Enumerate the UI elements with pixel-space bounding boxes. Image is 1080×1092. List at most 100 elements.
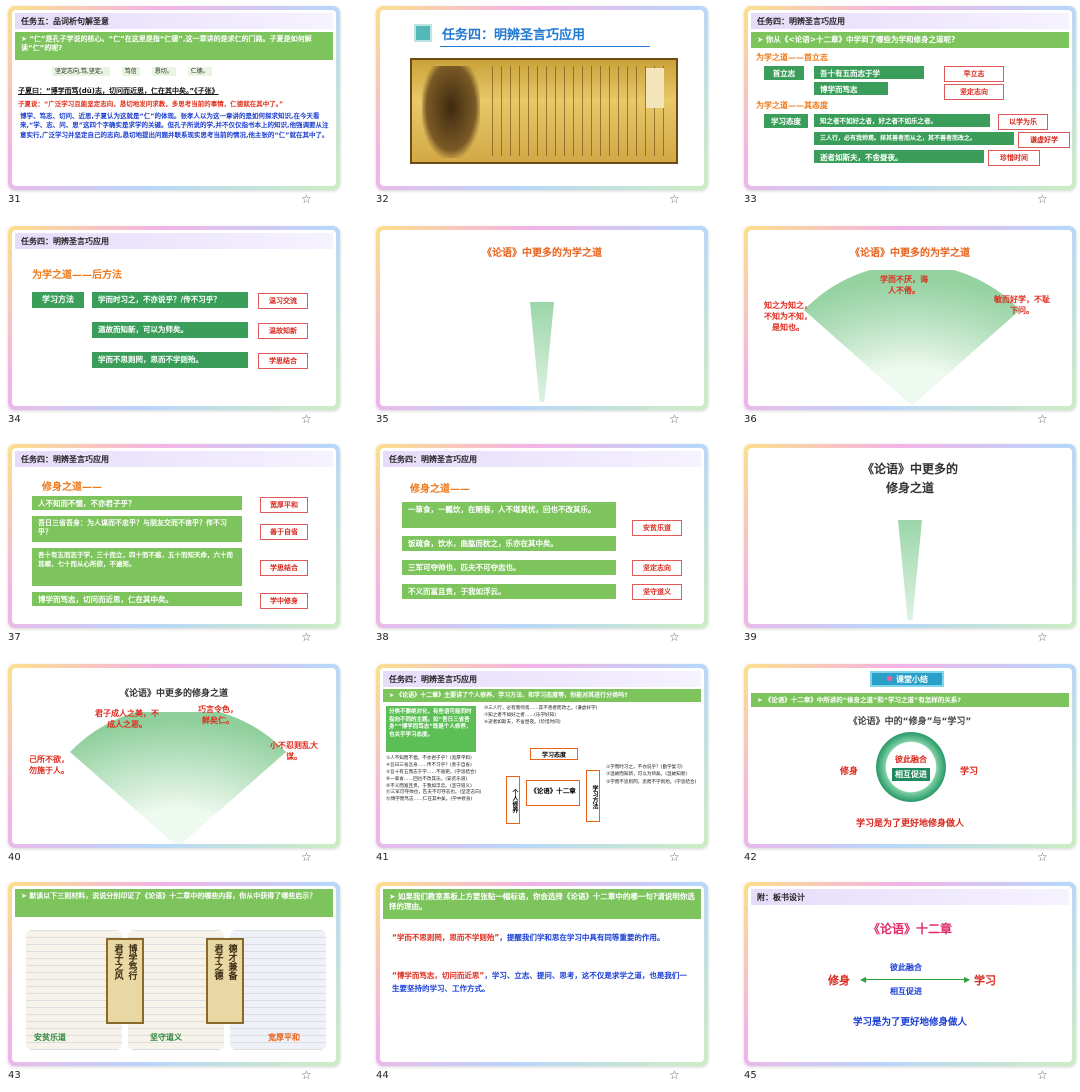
slide-frame[interactable]: 《论语》中更多的为学之道 知之为知之，不知为不知，是知也。 学而不厌，诲人不倦。… [744,226,1076,410]
slide-number: 45 [744,1070,757,1081]
star-icon[interactable]: ☆ [1037,192,1048,206]
summary-tag: 学中修身 [260,593,308,609]
slide-frame[interactable]: 任务五：品词析句解圣意 ➤ “仁”是孔子学说的核心。“仁”在这里是指“仁德”,这… [8,6,340,190]
conclusion-text: 学习是为了更好地修身做人 [855,819,964,829]
question-text: 如果我们教室黑板上方要张贴一幅标语，你会选择《论语》十二章中的哪一句?请说明你选… [389,892,695,912]
arrow-right-icon: ▶ [964,975,971,984]
quote-row: 博学而笃志 [814,82,888,95]
star-icon[interactable]: ☆ [301,850,312,864]
title-line: 《论语》中更多的 [861,462,958,476]
right-label: 学习 [974,974,996,987]
question-text: 《论语》十二章》主要讲了个人修养、学习方法、和学习态度等，你能对其进行分类吗? [396,692,628,699]
slide-frame[interactable]: 《论语》中更多的修身之道 君子成人之美，不成人之恶。 巧言令色，鲜矣仁。 己所不… [8,664,340,848]
slide-number: 32 [376,194,389,205]
folded-fan-icon [898,520,922,620]
slide-frame[interactable]: 任务四：明辨圣言巧应用 修身之道—— 人不知而不愠，不亦君子乎？ 宽厚平和 吾日… [8,444,340,628]
slide-number: 34 [8,414,21,425]
slide-header: 任务五：品词析句解圣意 [15,13,333,29]
note-box: 分类不要绝对化，有些语可能同时指向不同的主题。如“吾日三省吾身”“博学而笃志”既… [386,706,476,752]
summary-tag: 温习交流 [258,293,308,309]
title-square-icon [414,24,432,42]
calligraphy-columns [492,66,668,156]
scroll-text: 德才兼备 [226,944,237,980]
slide-thumb-36[interactable]: 《论语》中更多的为学之道 知之为知之，不知为不知，是知也。 学而不厌，诲人不倦。… [736,220,1080,436]
arrow-left-icon: ◀ [860,975,867,984]
right-label: 学习 [960,767,979,777]
star-icon[interactable]: ☆ [669,630,680,644]
title-underline [440,46,650,47]
slide-frame[interactable]: 任务四：明辨圣言巧应用 [376,6,708,190]
slide-frame[interactable]: ♥ 课堂小结 ➤ 《论语》十二章》中所讲的“修身之道”和“学习之道”有怎样的关系… [744,664,1076,848]
slide-frame[interactable]: 任务四：明辨圣言巧应用 为学之道——后方法 学习方法 学而时习之，不亦说乎？/传… [8,226,340,410]
list-item: ⑧一箪食……回也不改其乐。(安贫乐道) [386,776,468,782]
slide-sorter-grid: 任务五：品词析句解圣意 ➤ “仁”是孔子学说的核心。“仁”在这里是指“仁德”,这… [0,0,1080,1082]
scroll-label [646,68,664,108]
quote-row: 吾日三省吾身：为人谋而不忠乎？与朋友交而不信乎？传不习乎？ [32,516,242,542]
chip: 坚定志向,笃,坚定。 [52,67,110,76]
slide-frame[interactable]: ➤ 默读以下三则材料，说说分别印证了《论语》十二章中的哪些内容，你从中获得了哪些… [8,882,340,1066]
quote-row: 吾十有五而志于学 [814,66,924,79]
slide-number: 33 [744,194,757,205]
star-icon[interactable]: ☆ [669,850,680,864]
slide-thumb-31[interactable]: 任务五：品词析句解圣意 ➤ “仁”是孔子学说的核心。“仁”在这里是指“仁德”,这… [0,0,352,216]
slide-frame[interactable]: ➤ 如果我们教室黑板上方要张贴一幅标语，你会选择《论语》十二章中的哪一句?请说明… [376,882,708,1066]
category-box: 学习方法 [586,770,600,822]
slide-frame[interactable]: 《论语》中更多的 修身之道 [744,444,1076,628]
slide-thumb-32[interactable]: 任务四：明辨圣言巧应用 32 ☆ [368,0,720,216]
star-icon[interactable]: ☆ [1037,630,1048,644]
material-caption: 坚守道义 [150,1033,182,1042]
paragraph: 博学、笃志、切问、近思,子夏认为这就是“仁”的体现。张孝人以为这一章讲的是如何探… [20,112,329,139]
answer-paragraph: “博学而笃志，切问而近思”，学习、立志、提问、思考，这不仅是求学之道，也是我们一… [392,970,692,996]
slide-thumb-41[interactable]: 任务四：明辨圣言巧应用 ➤ 《论语》十二章》主要讲了个人修养、学习方法、和学习态… [368,658,720,874]
slide-frame[interactable]: 《论语》中更多的为学之道 [376,226,708,410]
slide-thumb-45[interactable]: 附：板书设计 《论语》十二章 修身 学习 彼此融合 ◀ ▶ 相互促进 学习是为了… [736,876,1080,1092]
summary-badge: ♥ 课堂小结 [870,671,944,687]
section-title: 修身之道—— [42,482,102,493]
double-arrow-icon [864,979,968,980]
slide-title: 《论语》中更多的 修身之道 [748,460,1072,498]
section-title: 为学之道——后方法 [32,270,122,281]
center-text: 彼此融合 [895,754,927,764]
slide-thumb-35[interactable]: 《论语》中更多的为学之道 35 ☆ [368,220,720,436]
slide-number: 41 [376,852,389,863]
category-label: 学习方法 [32,292,84,308]
star-icon[interactable]: ☆ [301,412,312,426]
summary-tag: 学思结合 [260,560,308,576]
star-icon[interactable]: ☆ [301,192,312,206]
slide-thumb-33[interactable]: 任务四：明辨圣言巧应用 ➤ 你从《<论语>十二章》中学到了哪些为学和修身之道呢?… [736,0,1080,216]
slide-header: 任务四：明辨圣言巧应用 [15,233,333,249]
star-icon[interactable]: ☆ [669,412,680,426]
relation-text: 相互促进 [890,987,922,996]
summary-tag: 宽厚平和 [260,497,308,513]
quote-label: 己所不欲，勿施于人。 [29,755,69,776]
slide-thumb-42[interactable]: ♥ 课堂小结 ➤ 《论语》十二章》中所讲的“修身之道”和“学习之道”有怎样的关系… [736,658,1080,874]
question-text: “仁”是孔子学说的核心。“仁”在这里是指“仁德”,这一章讲的是求仁的门路。子夏是… [21,35,312,53]
star-icon[interactable]: ☆ [1037,850,1048,864]
slide-frame[interactable]: 附：板书设计 《论语》十二章 修身 学习 彼此融合 ◀ ▶ 相互促进 学习是为了… [744,882,1076,1066]
star-icon[interactable]: ☆ [669,192,680,206]
slide-thumb-44[interactable]: ➤ 如果我们教室黑板上方要张贴一幅标语，你会选择《论语》十二章中的哪一句?请说明… [368,876,720,1092]
summary-tag: 珍惜时间 [988,150,1040,166]
slide-thumb-43[interactable]: ➤ 默读以下三则材料，说说分别印证了《论语》十二章中的哪些内容，你从中获得了哪些… [0,876,352,1092]
quote-row: 知之者不如好之者，好之者不如乐之者。 [814,114,990,127]
quote-row: 不义而富且贵，于我如浮云。 [402,584,616,599]
star-icon[interactable]: ☆ [301,630,312,644]
slide-frame[interactable]: 任务四：明辨圣言巧应用 ➤ 你从《<论语>十二章》中学到了哪些为学和修身之道呢?… [744,6,1076,190]
slide-thumb-39[interactable]: 《论语》中更多的 修身之道 39 ☆ [736,438,1080,654]
slide-number: 31 [8,194,21,205]
slide-number: 37 [8,632,21,643]
slide-frame[interactable]: 任务四：明辨圣言巧应用 修身之道—— 一箪食，一瓢饮，在陋巷，人不堪其忧，回也不… [376,444,708,628]
slide-title: 《论语》中更多的为学之道 [850,248,970,259]
slide-thumb-34[interactable]: 任务四：明辨圣言巧应用 为学之道——后方法 学习方法 学而时习之，不亦说乎？/传… [0,220,352,436]
star-icon[interactable]: ☆ [1037,412,1048,426]
list-item: ⑦知之者不如好之者……(乐学好知) [484,712,557,718]
question-bar: ➤ 如果我们教室黑板上方要张贴一幅标语，你会选择《论语》十二章中的哪一句?请说明… [383,889,701,919]
slide-thumb-38[interactable]: 任务四：明辨圣言巧应用 修身之道—— 一箪食，一瓢饮，在陋巷，人不堪其忧，回也不… [368,438,720,654]
question-bar: ➤ 《论语》十二章》中所讲的“修身之道”和“学习之道”有怎样的关系? [751,693,1069,707]
slide-thumb-37[interactable]: 任务四：明辨圣言巧应用 修身之道—— 人不知而不愠，不亦君子乎？ 宽厚平和 吾日… [0,438,352,654]
category-label: 学习态度 [764,114,808,128]
slide-thumb-40[interactable]: 《论语》中更多的修身之道 君子成人之美，不成人之恶。 巧言令色，鲜矣仁。 己所不… [0,658,352,874]
chip-row: 坚定志向,笃,坚定。 笃信 恳切。 仁德。 [52,66,212,76]
slide-frame[interactable]: 任务四：明辨圣言巧应用 ➤ 《论语》十二章》主要讲了个人修养、学习方法、和学习态… [376,664,708,848]
slide-number: 43 [8,1070,21,1081]
